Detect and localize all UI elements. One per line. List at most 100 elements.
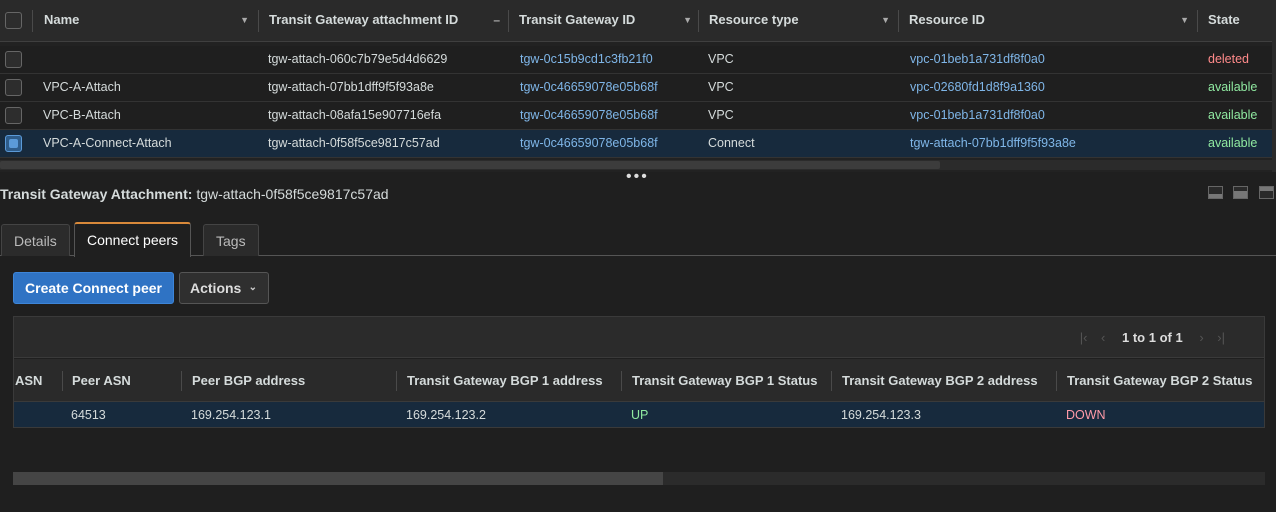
peer-tgw-bgp1-status: UP [631, 408, 649, 422]
sort-caret-icon[interactable]: ▼ [1180, 0, 1189, 40]
actions-button-label: Actions [190, 280, 242, 296]
column-header-label: Resource ID [909, 12, 985, 27]
row-checkbox[interactable] [5, 51, 22, 68]
table-row[interactable]: tgw-attach-060c7b79e5d4d6629 tgw-0c15b9c… [0, 46, 1272, 74]
column-header-attachment-id[interactable]: Transit Gateway attachment ID – [260, 0, 508, 42]
scrollbar-thumb[interactable] [0, 161, 940, 169]
peer-peer-asn: 64513 [71, 408, 106, 422]
first-page-icon[interactable]: |‹ [1080, 330, 1088, 345]
last-page-icon[interactable]: ›| [1217, 330, 1225, 345]
panel-layout-controls [1201, 186, 1274, 202]
peer-bgp-address: 169.254.123.1 [191, 408, 271, 422]
row-resource-id-link[interactable]: vpc-01beb1a731df8f0a0 [910, 46, 1045, 73]
column-header-tgw-bgp1-address[interactable]: Transit Gateway BGP 1 address [407, 359, 603, 402]
tab-tags[interactable]: Tags [203, 224, 259, 256]
attachments-table: Name ▼ Transit Gateway attachment ID – T… [0, 0, 1276, 172]
row-state: available [1208, 136, 1258, 150]
row-name: VPC-A-Connect-Attach [43, 136, 172, 150]
column-header-label: Transit Gateway attachment ID [269, 12, 459, 27]
column-divider[interactable] [32, 10, 33, 32]
column-header-tgw-bgp2-status[interactable]: Transit Gateway BGP 2 Status [1067, 359, 1252, 402]
panel-maximize-icon[interactable] [1259, 186, 1274, 199]
peer-tgw-bgp2-status: DOWN [1066, 408, 1106, 422]
sort-dash-icon[interactable]: – [493, 0, 500, 40]
row-state: deleted [1208, 52, 1250, 66]
column-header-resource-id[interactable]: Resource ID ▼ [900, 0, 1197, 42]
row-attachment-id: tgw-attach-08afa15e907716efa [268, 108, 442, 122]
row-tgw-id-link[interactable]: tgw-0c15b9cd1c3fb21f0 [520, 46, 653, 73]
panel-split-icon[interactable] [1233, 186, 1249, 199]
column-divider[interactable] [831, 371, 832, 391]
column-divider[interactable] [181, 371, 182, 391]
tab-connect-peers[interactable]: Connect peers [74, 222, 192, 257]
row-resource-id-link[interactable]: vpc-02680fd1d8f9a1360 [910, 74, 1045, 101]
create-connect-peer-button[interactable]: Create Connect peer [13, 272, 174, 304]
row-resource-type: Connect [708, 136, 755, 150]
column-header-peer-asn[interactable]: Peer ASN [72, 359, 131, 402]
row-tgw-id-link[interactable]: tgw-0c46659078e05b68f [520, 130, 658, 157]
column-header-state[interactable]: State [1199, 0, 1271, 42]
column-divider[interactable] [396, 371, 397, 391]
row-checkbox[interactable] [5, 107, 22, 124]
row-name: VPC-A-Attach [43, 80, 121, 94]
column-header-label: Name [44, 12, 80, 27]
tab-details[interactable]: Details [1, 224, 70, 256]
detail-title-value: tgw-attach-0f58f5ce9817c57ad [196, 186, 389, 202]
row-attachment-id: tgw-attach-060c7b79e5d4d6629 [268, 52, 448, 66]
row-tgw-id-link[interactable]: tgw-0c46659078e05b68f [520, 102, 658, 129]
row-resource-type: VPC [708, 52, 734, 66]
column-divider[interactable] [508, 10, 509, 32]
select-all-checkbox[interactable] [5, 12, 22, 29]
table-row-selected[interactable]: 64513 169.254.123.1 169.254.123.2 UP 169… [14, 402, 1264, 427]
next-page-icon[interactable]: › [1199, 330, 1203, 345]
sort-caret-icon[interactable]: ▼ [881, 0, 890, 40]
column-divider[interactable] [898, 10, 899, 32]
prev-page-icon[interactable]: ‹ [1101, 330, 1105, 345]
table-vertical-scrollbar[interactable] [1272, 0, 1276, 172]
row-state: available [1208, 108, 1258, 122]
row-tgw-id-link[interactable]: tgw-0c46659078e05b68f [520, 74, 658, 101]
chevron-down-icon: ⌄ [248, 282, 257, 293]
attachments-table-header: Name ▼ Transit Gateway attachment ID – T… [0, 0, 1276, 42]
connect-peers-table: |‹ ‹ 1 to 1 of 1 › ›| ASN Peer ASN Peer … [13, 316, 1265, 428]
actions-dropdown-button[interactable]: Actions ⌄ [179, 272, 269, 304]
table-row[interactable]: VPC-B-Attach tgw-attach-08afa15e907716ef… [0, 102, 1272, 130]
row-checkbox-checked[interactable] [5, 135, 22, 152]
pagination-text: 1 to 1 of 1 [1122, 330, 1183, 345]
sort-caret-icon[interactable]: ▼ [683, 0, 692, 40]
row-resource-id-link[interactable]: vpc-01beb1a731df8f0a0 [910, 102, 1045, 129]
row-resource-type: VPC [708, 108, 734, 122]
peers-horizontal-scrollbar[interactable] [13, 472, 1265, 485]
column-header-peer-bgp-address[interactable]: Peer BGP address [192, 359, 305, 402]
column-divider[interactable] [1197, 10, 1198, 32]
peer-tgw-bgp1-address: 169.254.123.2 [406, 408, 486, 422]
panel-minimize-icon[interactable] [1207, 186, 1223, 199]
detail-panel-title: Transit Gateway Attachment: tgw-attach-0… [0, 186, 389, 202]
column-header-tgw-id[interactable]: Transit Gateway ID ▼ [510, 0, 700, 42]
panel-resize-handle-icon[interactable]: ••• [626, 169, 649, 185]
column-header-label: State [1208, 12, 1240, 27]
column-header-asn[interactable]: ASN [15, 359, 42, 402]
column-header-label: Transit Gateway ID [519, 12, 636, 27]
row-resource-id-link[interactable]: tgw-attach-07bb1dff9f5f93a8e [910, 130, 1076, 157]
column-header-tgw-bgp2-address[interactable]: Transit Gateway BGP 2 address [842, 359, 1038, 402]
column-header-name[interactable]: Name ▼ [35, 0, 257, 42]
peer-tgw-bgp2-address: 169.254.123.3 [841, 408, 921, 422]
column-header-resource-type[interactable]: Resource type ▼ [700, 0, 898, 42]
pagination: |‹ ‹ 1 to 1 of 1 › ›| [1075, 317, 1230, 358]
scrollbar-thumb[interactable] [13, 472, 663, 485]
column-divider[interactable] [1056, 371, 1057, 391]
table-row-selected[interactable]: VPC-A-Connect-Attach tgw-attach-0f58f5ce… [0, 130, 1272, 158]
column-header-label: Resource type [709, 12, 799, 27]
column-divider[interactable] [258, 10, 259, 32]
column-divider[interactable] [698, 10, 699, 32]
detail-tabs: Details Connect peers Tags [0, 222, 1276, 257]
row-attachment-id: tgw-attach-0f58f5ce9817c57ad [268, 136, 440, 150]
row-checkbox[interactable] [5, 79, 22, 96]
connect-peers-header: ASN Peer ASN Peer BGP address Transit Ga… [14, 359, 1264, 402]
column-header-tgw-bgp1-status[interactable]: Transit Gateway BGP 1 Status [632, 359, 817, 402]
sort-caret-icon[interactable]: ▼ [240, 0, 249, 40]
column-divider[interactable] [621, 371, 622, 391]
column-divider[interactable] [62, 371, 63, 391]
table-row[interactable]: VPC-A-Attach tgw-attach-07bb1dff9f5f93a8… [0, 74, 1272, 102]
